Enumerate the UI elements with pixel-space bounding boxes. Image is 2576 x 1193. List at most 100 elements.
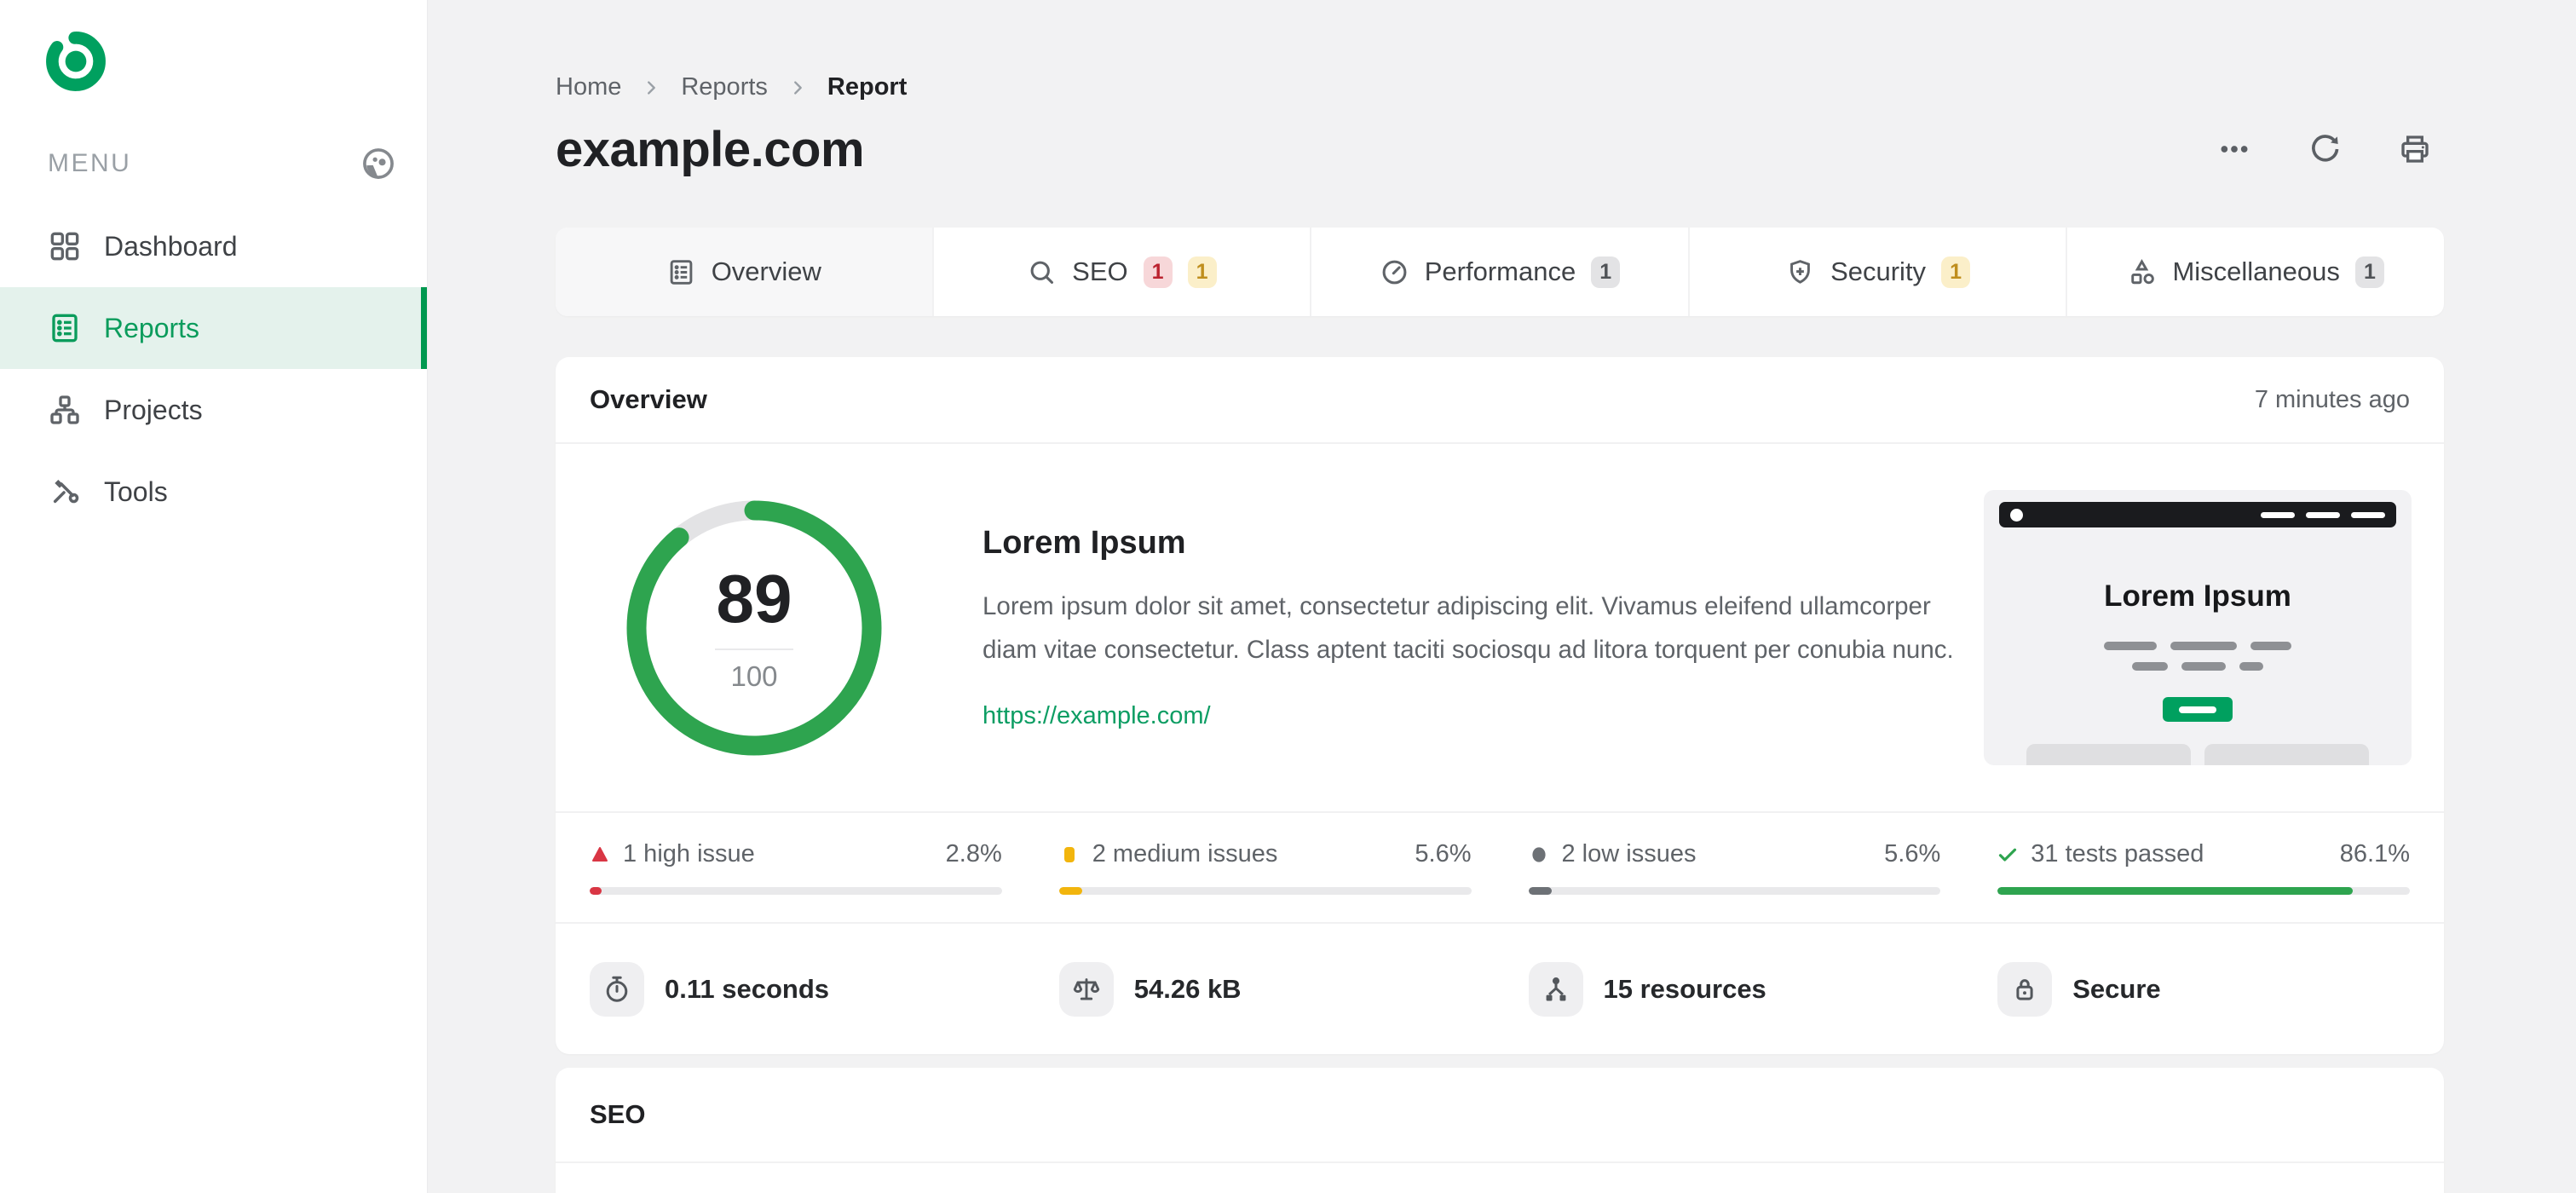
passed-check-icon (1997, 844, 2018, 865)
high-issues-stat: 1 high issue 2.8% (590, 840, 1002, 895)
tab-label: Performance (1424, 256, 1576, 286)
issue-progress-track (1528, 887, 1941, 895)
overview-section-title: Overview (590, 384, 707, 414)
report-tabbar: Overview SEO 1 1 Performance 1 Security … (556, 228, 2444, 316)
score-gauge: 89 100 (626, 500, 882, 756)
security-badge: 1 (1941, 256, 1971, 288)
low-issue-icon (1529, 844, 1549, 865)
search-icon (1027, 257, 1057, 287)
miscellaneous-badge: 1 (2354, 256, 2384, 288)
sidebar: MENU Dashboard Reports Projects Tools (0, 0, 428, 1193)
breadcrumb-current: Report (827, 73, 908, 101)
issue-percent: 5.6% (1884, 840, 1941, 867)
resources-icon (1528, 961, 1583, 1017)
tests-passed-stat: 31 tests passed 86.1% (1997, 840, 2410, 895)
refresh-icon[interactable] (2308, 132, 2342, 166)
tab-seo[interactable]: SEO 1 1 (931, 228, 1311, 316)
main-content: Home Reports Report example.com Overview… (428, 0, 2576, 1193)
medium-issues-stat: 2 medium issues 5.6% (1058, 840, 1472, 895)
seo-card: SEO (556, 1068, 2444, 1193)
issue-progress-track (590, 887, 1002, 895)
menu-section-label: MENU (48, 149, 132, 177)
sidebar-item-dashboard[interactable]: Dashboard (0, 205, 427, 287)
metric-label: Secure (2072, 973, 2161, 1004)
preview-browser-bar (1999, 502, 2396, 527)
page-title: example.com (556, 121, 865, 177)
issue-label: 2 low issues (1561, 840, 1697, 867)
sidebar-item-label: Projects (104, 394, 203, 425)
issue-progress-fill (1997, 887, 2353, 895)
issue-progress-fill (1058, 887, 1082, 895)
site-preview-thumbnail: Lorem Ipsum (1984, 490, 2412, 765)
tab-security[interactable]: Security 1 (1687, 228, 2066, 316)
issue-progress-track (1997, 887, 2410, 895)
report-actions (2217, 132, 2432, 166)
preview-cards (1984, 744, 2412, 765)
high-issue-icon (590, 844, 610, 865)
preview-heading: Lorem Ipsum (2104, 579, 2291, 613)
performance-icon (1380, 257, 1409, 287)
page-size-metric: 54.26 kB (1058, 961, 1472, 1017)
issue-percent: 5.6% (1415, 840, 1472, 867)
preview-text-line (1984, 642, 2412, 650)
resources-metric: 15 resources (1528, 961, 1941, 1017)
sidebar-nav: Dashboard Reports Projects Tools (0, 205, 427, 533)
preview-cta-button (2163, 697, 2233, 722)
security-shield-icon (1785, 257, 1815, 287)
issue-label: 2 medium issues (1092, 840, 1278, 867)
breadcrumb-home-link[interactable]: Home (556, 73, 621, 101)
sidebar-item-label: Tools (104, 475, 168, 507)
seo-medium-badge: 1 (1187, 256, 1217, 288)
performance-badge: 1 (1591, 256, 1621, 288)
tab-miscellaneous[interactable]: Miscellaneous 1 (2066, 228, 2444, 316)
metric-label: 0.11 seconds (665, 973, 830, 1004)
print-icon[interactable] (2398, 132, 2432, 166)
sidebar-item-reports[interactable]: Reports (0, 287, 427, 369)
tab-label: Security (1830, 256, 1927, 286)
seo-card-body (556, 1163, 2444, 1193)
brand-logo-icon[interactable] (43, 28, 109, 95)
stopwatch-icon (590, 961, 644, 1017)
overview-tab-icon (666, 257, 696, 287)
sidebar-item-projects[interactable]: Projects (0, 369, 427, 451)
more-options-icon[interactable] (2217, 132, 2251, 166)
medium-issue-icon (1059, 844, 1080, 865)
load-time-metric: 0.11 seconds (590, 961, 1002, 1017)
issues-summary-row: 1 high issue 2.8% 2 medium issues 5.6% 2… (556, 813, 2444, 924)
theme-toggle-icon[interactable] (360, 146, 396, 182)
miscellaneous-shapes-icon (2127, 257, 2157, 287)
sidebar-item-label: Dashboard (104, 230, 238, 262)
preview-text-line (1984, 662, 2412, 671)
dashboard-icon (48, 229, 82, 263)
seo-section-title: SEO (590, 1099, 646, 1129)
breadcrumb: Home Reports Report (556, 73, 2444, 101)
score-value: 89 (716, 561, 792, 637)
app-window: MENU Dashboard Reports Projects Tools Ho… (0, 0, 2576, 1193)
breadcrumb-chevron-icon (642, 78, 660, 97)
metrics-row: 0.11 seconds 54.26 kB 15 resources Secur… (556, 924, 2444, 1054)
preview-nav-links (2261, 511, 2385, 518)
tab-label: Overview (711, 256, 821, 286)
tab-label: Miscellaneous (2172, 256, 2340, 286)
preview-logo-dot (2010, 508, 2023, 522)
site-description: Lorem ipsum dolor sit amet, consectetur … (983, 591, 1954, 664)
metric-label: 15 resources (1603, 973, 1766, 1004)
issue-label: 1 high issue (623, 840, 755, 867)
breadcrumb-chevron-icon (788, 78, 807, 97)
site-url-link[interactable]: https://example.com/ (983, 702, 1211, 730)
tab-performance[interactable]: Performance 1 (1310, 228, 1688, 316)
sidebar-item-tools[interactable]: Tools (0, 451, 427, 533)
reports-icon (48, 311, 82, 345)
site-heading: Lorem Ipsum (983, 524, 1186, 561)
tab-overview[interactable]: Overview (556, 228, 932, 316)
tools-icon (48, 475, 82, 509)
metric-label: 54.26 kB (1133, 973, 1242, 1004)
low-issues-stat: 2 low issues 5.6% (1528, 840, 1941, 895)
projects-icon (48, 393, 82, 427)
issue-progress-fill (590, 887, 602, 895)
sidebar-item-label: Reports (104, 312, 200, 343)
score-max: 100 (730, 660, 778, 692)
breadcrumb-reports-link[interactable]: Reports (681, 73, 768, 101)
issue-progress-fill (1528, 887, 1552, 895)
lock-icon (1997, 961, 2053, 1017)
